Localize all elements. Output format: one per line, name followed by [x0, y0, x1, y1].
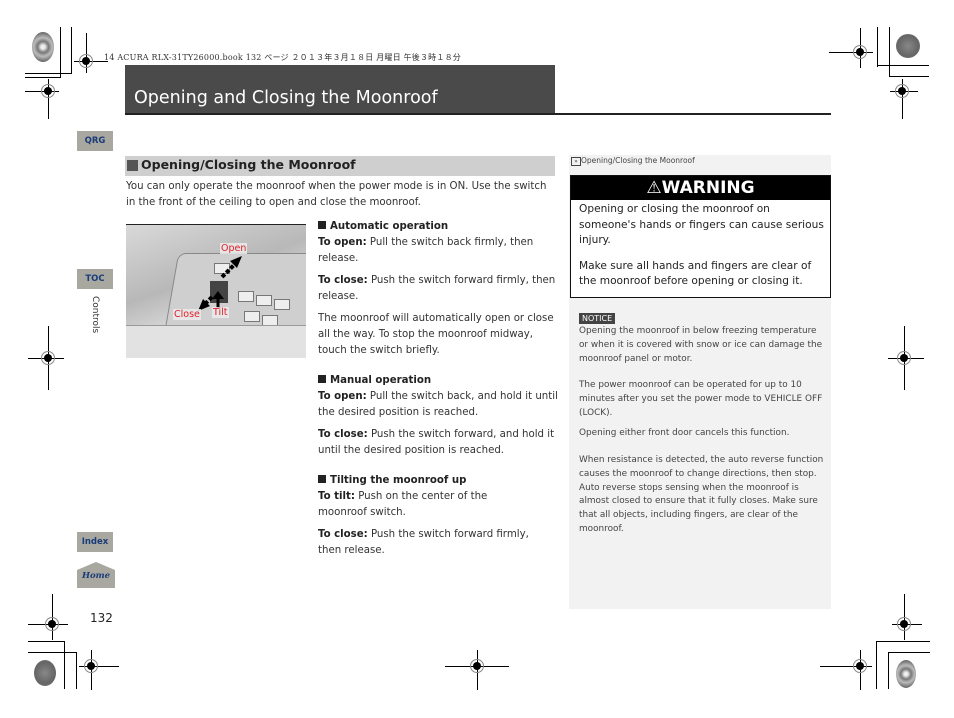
color-target-icon [32, 32, 54, 62]
sidebar-crumb[interactable]: » Opening/Closing the Moonroof [571, 156, 695, 166]
page-number: 132 [90, 611, 113, 625]
title-divider [125, 113, 831, 115]
instructions: Automatic operation To open: Pull the sw… [318, 219, 558, 565]
section-bullet-icon [127, 160, 138, 171]
warning-box: ⚠WARNING Opening or closing the moonroof… [570, 175, 831, 298]
qrg-tab[interactable]: QRG [77, 131, 113, 151]
sidebar-para-1: The power moonroof can be operated for u… [579, 380, 823, 418]
home-label: Home [81, 571, 111, 581]
toc-tab[interactable]: TOC [77, 269, 113, 289]
tilting-tilt: To tilt: Push on the center of the moonr… [318, 491, 488, 518]
color-target-icon [896, 34, 920, 58]
notice-text: Opening the moonroof in below freezing t… [579, 326, 823, 364]
warning-text-1: Opening or closing the moonroof on someo… [579, 203, 824, 246]
sidebar-para-3: When resistance is detected, the auto re… [579, 455, 824, 534]
warning-triangle-icon: ⚠ [646, 178, 662, 198]
index-tab[interactable]: Index [77, 532, 113, 552]
automatic-heading: Automatic operation [318, 219, 558, 235]
bullet-icon [318, 375, 326, 383]
section-title: Opening/Closing the Moonroof [141, 157, 356, 172]
tilting-heading: Tilting the moonroof up [318, 473, 558, 489]
warning-text-2: Make sure all hands and fingers are clea… [579, 259, 812, 288]
open-label: Open [220, 243, 248, 254]
warning-body: Opening or closing the moonroof on someo… [579, 202, 827, 290]
moonroof-switch-illustration: Open Close Tilt [126, 224, 306, 358]
color-target-icon [34, 660, 56, 686]
bullet-icon [318, 221, 326, 229]
automatic-close: To close: Push the switch forward firmly… [318, 275, 556, 302]
manual-open: To open: Pull the switch back, and hold … [318, 391, 558, 418]
close-label: Close [173, 309, 201, 320]
crossref-icon: » [571, 156, 581, 166]
warning-header: ⚠WARNING [571, 176, 830, 200]
print-header: 14 ACURA RLX-31TY26000.book 132 ページ ２０１３… [104, 53, 461, 62]
tilt-label: Tilt [212, 307, 229, 318]
sidebar-para-2: Opening either front door cancels this f… [579, 428, 790, 438]
automatic-note: The moonroof will automatically open or … [318, 313, 554, 356]
tilting-close: To close: Push the switch forward firmly… [318, 529, 529, 556]
manual-heading: Manual operation [318, 373, 558, 389]
automatic-open: To open: Pull the switch back firmly, th… [318, 237, 534, 264]
home-button[interactable]: Home [77, 562, 115, 588]
section-intro: You can only operate the moonroof when t… [126, 181, 547, 208]
notice-badge: NOTICE [579, 313, 616, 324]
page-title: Opening and Closing the Moonroof [134, 88, 438, 108]
bullet-icon [318, 475, 326, 483]
section-label: Controls [90, 296, 100, 334]
color-target-icon [896, 660, 916, 688]
manual-close: To close: Push the switch forward, and h… [318, 429, 555, 456]
